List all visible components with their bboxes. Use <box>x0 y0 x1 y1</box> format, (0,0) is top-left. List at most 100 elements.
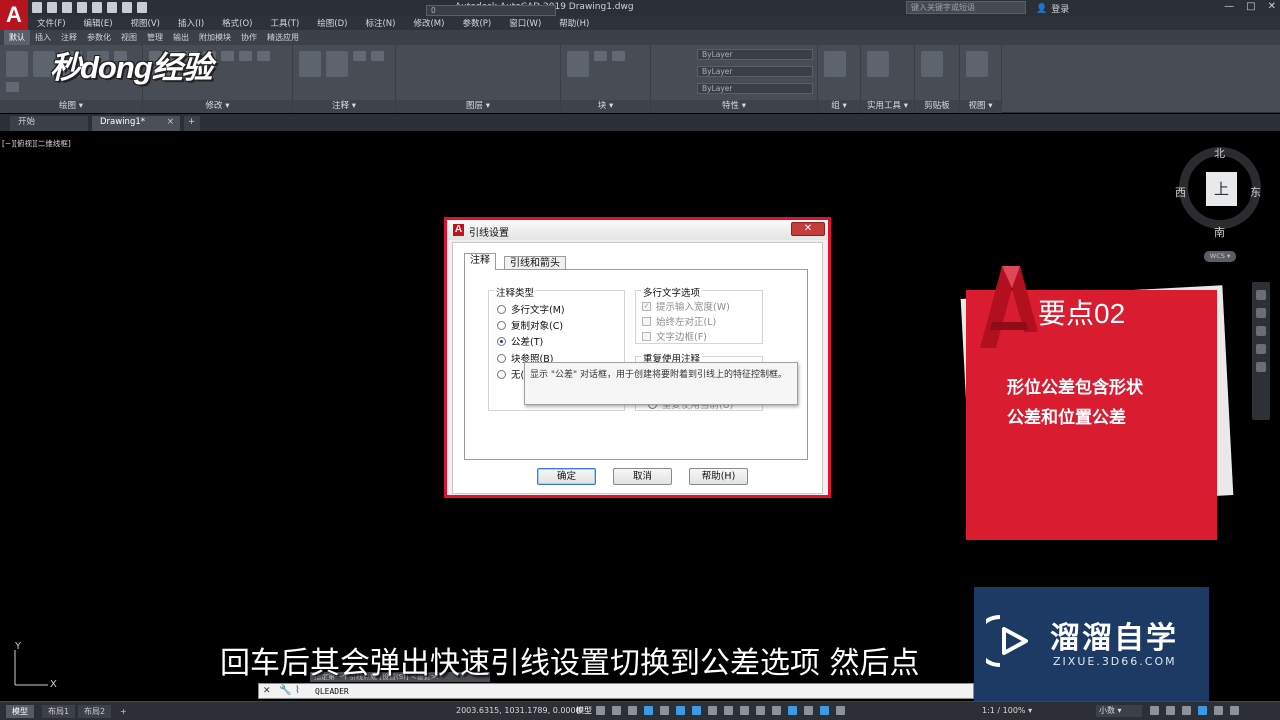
compass-north[interactable]: 北 <box>1214 145 1225 161</box>
add-layout-button[interactable]: + <box>114 705 133 718</box>
menu-file[interactable]: 文件(F) <box>28 16 75 30</box>
layout-tab-model[interactable]: 模型 <box>6 705 34 718</box>
customization-icon[interactable] <box>1230 706 1239 715</box>
panel-title[interactable]: 组 ▾ <box>818 100 860 113</box>
radio-button[interactable] <box>497 353 506 363</box>
base-view-icon[interactable] <box>966 51 988 77</box>
orbit-icon[interactable] <box>1256 344 1266 354</box>
command-line[interactable]: ✕ 🔧 ⌇ QLEADER <box>258 683 974 699</box>
snap-icon[interactable] <box>612 706 621 715</box>
viewcube-face-top[interactable]: 上 <box>1206 172 1237 206</box>
menu-view[interactable]: 视图(V) <box>122 16 169 30</box>
compass-east[interactable]: 东 <box>1250 184 1261 200</box>
insert-block-icon[interactable] <box>567 51 589 77</box>
menu-help[interactable]: 帮助(H) <box>550 16 598 30</box>
create-block-icon[interactable] <box>594 51 607 61</box>
compass-south[interactable]: 南 <box>1214 224 1225 240</box>
grid-icon[interactable] <box>596 706 605 715</box>
new-file-icon[interactable] <box>32 2 42 13</box>
lineweight-icon[interactable] <box>708 706 717 715</box>
units-dropdown[interactable]: 小数 ▾ <box>1096 705 1142 717</box>
fillet-icon[interactable] <box>239 51 252 61</box>
save-icon[interactable] <box>62 2 72 13</box>
linetype-dropdown[interactable]: ByLayer <box>697 66 813 77</box>
tab-featured-apps[interactable]: 精选应用 <box>262 30 304 45</box>
measure-icon[interactable] <box>867 51 889 77</box>
menu-modify[interactable]: 修改(M) <box>404 16 453 30</box>
radio-button[interactable] <box>497 369 506 379</box>
color-dropdown[interactable]: ByLayer <box>697 49 813 60</box>
panel-title[interactable]: 实用工具 ▾ <box>861 100 914 113</box>
edit-block-icon[interactable] <box>612 51 625 61</box>
ok-button[interactable]: 确定 <box>537 468 596 485</box>
command-input[interactable]: QLEADER <box>315 687 349 696</box>
viewport-controls[interactable]: [−][俯视][二维线框] <box>2 138 71 149</box>
gizmo-icon[interactable] <box>804 706 813 715</box>
hardware-acceleration-icon[interactable] <box>1198 706 1207 715</box>
checkbox-always-left[interactable]: 始终左对正(L) <box>642 314 716 328</box>
panel-title[interactable]: 块 ▾ <box>561 100 650 113</box>
checkbox-prompt-width[interactable]: ✓ 提示输入宽度(W) <box>642 299 730 313</box>
radio-mtext[interactable]: 多行文字(M) <box>497 302 565 316</box>
checkbox-frame-text[interactable]: 文字边框(F) <box>642 329 707 343</box>
menu-tools[interactable]: 工具(T) <box>261 16 308 30</box>
tab-start[interactable]: 开始 <box>10 116 88 131</box>
radio-copy-object[interactable]: 复制对象(C) <box>497 318 563 332</box>
radio-button-selected[interactable] <box>497 336 506 346</box>
menu-format[interactable]: 格式(O) <box>213 16 261 30</box>
dynamic-ucs-icon[interactable] <box>772 706 781 715</box>
lock-ui-icon[interactable] <box>1166 706 1175 715</box>
panel-title[interactable]: 注释 ▾ <box>293 100 395 113</box>
object-snap-tracking-icon[interactable] <box>676 706 685 715</box>
ortho-icon[interactable] <box>628 706 637 715</box>
table-icon[interactable] <box>371 51 384 61</box>
clean-screen-icon[interactable] <box>1214 706 1223 715</box>
save-as-icon[interactable] <box>77 2 87 13</box>
wcs-menu[interactable]: WCS ▾ <box>1204 251 1236 262</box>
steering-wheel-icon[interactable] <box>1256 290 1266 300</box>
tab-collaborate[interactable]: 协作 <box>236 30 262 45</box>
panel-title[interactable]: 绘图 ▾ <box>0 100 142 113</box>
menu-window[interactable]: 窗口(W) <box>500 16 550 30</box>
stretch-icon[interactable] <box>257 51 270 61</box>
search-input[interactable]: 键入关键字或短语 <box>906 1 1026 14</box>
dialog-titlebar[interactable]: A 引线设置 ✕ <box>447 220 828 240</box>
menu-draw[interactable]: 绘图(D) <box>308 16 356 30</box>
menu-insert[interactable]: 插入(I) <box>169 16 213 30</box>
object-snap-icon[interactable] <box>692 706 701 715</box>
panel-title[interactable]: 特性 ▾ <box>651 100 817 113</box>
zoom-icon[interactable] <box>1256 326 1266 336</box>
paste-icon[interactable] <box>921 51 943 77</box>
radio-tolerance[interactable]: 公差(T) <box>497 334 543 348</box>
panel-title[interactable]: 修改 ▾ <box>143 100 292 113</box>
print-icon[interactable] <box>107 2 117 13</box>
3d-osnap-icon[interactable] <box>756 706 765 715</box>
hatch-tool-icon[interactable] <box>6 82 19 92</box>
model-space-button[interactable]: 模型 <box>576 705 592 716</box>
close-tab-icon[interactable]: × <box>167 116 174 129</box>
tab-drawing1[interactable]: Drawing1* × <box>92 116 180 131</box>
lineweight-dropdown[interactable]: ByLayer <box>697 83 813 94</box>
new-tab-button[interactable]: + <box>184 116 200 131</box>
dimension-tool-icon[interactable] <box>326 51 348 77</box>
app-menu-button[interactable]: A <box>0 0 28 30</box>
close-button[interactable]: ✕ <box>1268 1 1276 12</box>
menu-parametric[interactable]: 参数(P) <box>453 16 500 30</box>
radio-button[interactable] <box>497 304 506 314</box>
layout-tab-2[interactable]: 布局2 <box>78 705 112 718</box>
layer-dropdown[interactable]: 0 <box>426 5 556 16</box>
close-icon[interactable]: ✕ <box>263 686 271 696</box>
radio-button[interactable] <box>497 320 506 330</box>
quick-properties-icon[interactable] <box>1150 706 1159 715</box>
tab-annotation[interactable]: 注释 <box>464 253 496 270</box>
plot-icon[interactable] <box>92 2 102 13</box>
wrench-icon[interactable]: 🔧 <box>279 685 291 696</box>
group-icon[interactable] <box>824 51 846 77</box>
sign-in-button[interactable]: 👤 登录 <box>1036 2 1069 16</box>
help-button[interactable]: 帮助(H) <box>689 468 748 485</box>
annotation-visibility-icon[interactable] <box>820 706 829 715</box>
transparency-icon[interactable] <box>724 706 733 715</box>
leader-icon[interactable] <box>353 51 366 61</box>
redo-icon[interactable] <box>137 2 147 13</box>
mirror-icon[interactable] <box>221 51 234 61</box>
